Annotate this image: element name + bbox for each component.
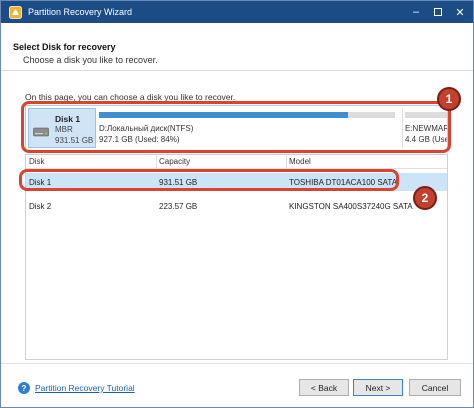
- help-icon[interactable]: ?: [18, 382, 30, 394]
- column-header-capacity[interactable]: Capacity: [156, 155, 190, 169]
- callout-badge-2: 2: [413, 186, 437, 210]
- wizard-window: Partition Recovery Wizard – ✕ Select Dis…: [0, 0, 474, 408]
- page-subtitle: Choose a disk you like to recover.: [23, 55, 158, 65]
- title-bar: Partition Recovery Wizard – ✕: [1, 1, 473, 23]
- row-disk: Disk 2: [29, 202, 52, 211]
- table-row[interactable]: Disk 2 223.57 GB KINGSTON SA400S37240G S…: [26, 197, 447, 215]
- tutorial-link[interactable]: Partition Recovery Tutorial: [35, 383, 135, 393]
- wizard-header: Select Disk for recovery Choose a disk y…: [1, 23, 473, 71]
- table-header: Disk Capacity Model: [26, 155, 447, 169]
- column-header-disk[interactable]: Disk: [29, 157, 45, 166]
- close-icon[interactable]: ✕: [451, 3, 469, 21]
- minimize-icon[interactable]: –: [407, 3, 425, 21]
- wizard-footer: ? Partition Recovery Tutorial < Back Nex…: [1, 363, 473, 407]
- window-title: Partition Recovery Wizard: [28, 7, 133, 17]
- row-capacity: 223.57 GB: [159, 202, 198, 211]
- row-model: KINGSTON SA400S37240G SATA: [289, 202, 413, 211]
- column-header-model[interactable]: Model: [286, 155, 311, 169]
- callout-badge-1: 1: [437, 87, 461, 111]
- maximize-icon[interactable]: [429, 3, 447, 21]
- back-button[interactable]: < Back: [299, 379, 349, 396]
- app-icon: [9, 5, 22, 19]
- cancel-button[interactable]: Cancel: [409, 379, 461, 396]
- next-button[interactable]: Next >: [353, 379, 403, 396]
- callout-frame-disk-map: [21, 101, 451, 153]
- page-title: Select Disk for recovery: [13, 42, 116, 52]
- callout-frame-disk-row: [19, 169, 399, 191]
